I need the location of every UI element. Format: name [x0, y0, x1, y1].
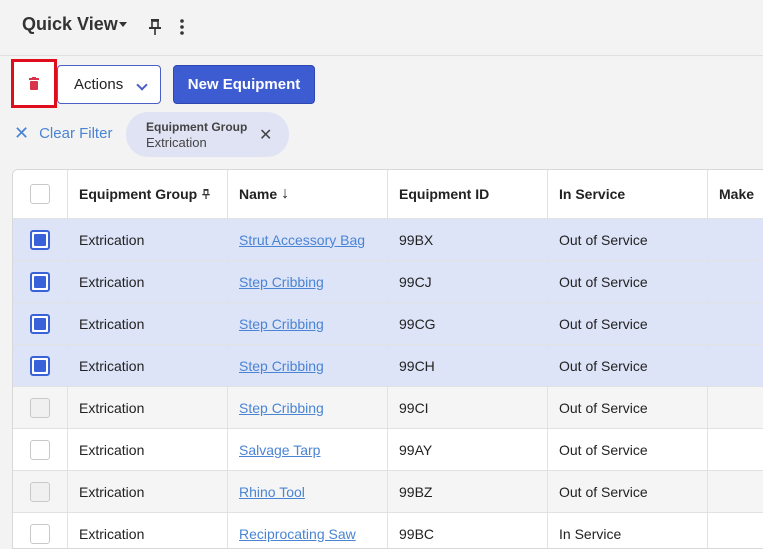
column-header-make[interactable]: Make: [708, 170, 763, 218]
new-equipment-button[interactable]: New Equipment: [173, 65, 315, 104]
pin-icon[interactable]: [201, 187, 211, 201]
page-title[interactable]: Quick View: [22, 14, 118, 35]
table-row[interactable]: Extrication Salvage Tarp 99AY Out of Servic…: [13, 429, 763, 471]
cell-equipment-group: Extrication: [79, 399, 145, 416]
actions-dropdown[interactable]: Actions: [57, 65, 161, 104]
table-row[interactable]: Extrication Step Cribbing 99CI Out of Servi…: [13, 387, 763, 429]
cell-equipment-id: 99BX: [399, 231, 434, 248]
cell-equipment-id: 99CG: [399, 315, 436, 332]
cell-equipment-id: 99BZ: [399, 483, 433, 500]
column-header-name[interactable]: Name ↓: [228, 170, 388, 218]
cell-in-service: Out of Service: [559, 399, 648, 416]
column-header-equipment-group[interactable]: Equipment Group: [68, 170, 228, 218]
cell-in-service: In Service: [559, 525, 622, 542]
trash-icon: [29, 76, 39, 90]
cell-equipment-id: 99CH: [399, 357, 435, 374]
cell-equipment-id: 99AY: [399, 441, 433, 458]
cell-equipment-group: Extrication: [79, 525, 145, 542]
filter-chip: Equipment Group Extrication ✕: [126, 112, 289, 157]
cell-in-service: Out of Service: [559, 315, 648, 332]
filter-chip-key: Equipment Group: [146, 120, 248, 134]
close-icon[interactable]: ✕: [259, 125, 272, 145]
select-all-checkbox[interactable]: [30, 184, 50, 204]
column-header-equipment-id[interactable]: Equipment ID: [388, 170, 548, 218]
row-checkbox[interactable]: [30, 523, 50, 544]
actions-label: Actions: [74, 76, 124, 93]
row-checkbox[interactable]: [30, 355, 50, 376]
delete-button[interactable]: [11, 59, 57, 108]
cell-in-service: Out of Service: [559, 357, 648, 374]
cell-in-service: Out of Service: [559, 441, 648, 458]
cell-equipment-group: Extrication: [79, 273, 145, 290]
clear-filter-button[interactable]: ✕ Clear Filter: [14, 124, 112, 142]
table-row[interactable]: Extrication Step Cribbing 99CG Out of Servi…: [13, 303, 763, 345]
top-bar: Quick View: [0, 0, 763, 56]
cell-name-link[interactable]: Reciprocating Saw: [239, 526, 356, 542]
row-checkbox[interactable]: [30, 439, 50, 460]
cell-name-link[interactable]: Step Cribbing: [239, 400, 324, 416]
pin-icon[interactable]: [147, 17, 163, 37]
clear-filter-label: Clear Filter: [39, 124, 113, 142]
kebab-icon[interactable]: [174, 17, 190, 37]
cell-name-link[interactable]: Rhino Tool: [239, 484, 305, 500]
caret-down-icon[interactable]: [119, 22, 127, 27]
row-checkbox[interactable]: [30, 313, 50, 334]
table-header: Equipment Group Name ↓ Equipment ID In S…: [13, 170, 763, 219]
filter-chip-value: Extrication: [146, 135, 207, 150]
cell-name-link[interactable]: Step Cribbing: [239, 316, 324, 332]
table-row[interactable]: Extrication Step Cribbing 99CJ Out of Servi…: [13, 261, 763, 303]
sort-down-icon: ↓: [281, 185, 290, 202]
row-checkbox[interactable]: [30, 481, 50, 502]
row-checkbox[interactable]: [30, 229, 50, 250]
cell-name-link[interactable]: Step Cribbing: [239, 274, 324, 290]
cell-name-link[interactable]: Salvage Tarp: [239, 442, 320, 458]
chevron-down-icon: [136, 79, 148, 91]
cell-in-service: Out of Service: [559, 273, 648, 290]
table-row[interactable]: Extrication Strut Accessory Bag 99BX Out of…: [13, 219, 763, 261]
equipment-table: Equipment Group Name ↓ Equipment ID In S…: [12, 169, 763, 549]
cell-equipment-id: 99BC: [399, 525, 435, 542]
cell-name-link[interactable]: Strut Accessory Bag: [239, 232, 365, 248]
cell-equipment-group: Extrication: [79, 231, 145, 248]
cell-in-service: Out of Service: [559, 231, 648, 248]
cell-equipment-group: Extrication: [79, 441, 145, 458]
cell-equipment-id: 99CI: [399, 399, 429, 416]
cell-equipment-group: Extrication: [79, 315, 145, 332]
cell-equipment-group: Extrication: [79, 483, 145, 500]
close-icon: ✕: [14, 123, 30, 143]
cell-name-link[interactable]: Step Cribbing: [239, 358, 324, 374]
table-row[interactable]: Extrication Rhino Tool 99BZ Out of Service: [13, 471, 763, 513]
table-row[interactable]: Extrication Step Cribbing 99CH Out of Servi…: [13, 345, 763, 387]
cell-equipment-id: 99CJ: [399, 273, 432, 290]
row-checkbox[interactable]: [30, 271, 50, 292]
row-checkbox[interactable]: [30, 397, 50, 418]
cell-equipment-group: Extrication: [79, 357, 145, 374]
cell-in-service: Out of Service: [559, 483, 648, 500]
column-header-in-service[interactable]: In Service: [548, 170, 708, 218]
